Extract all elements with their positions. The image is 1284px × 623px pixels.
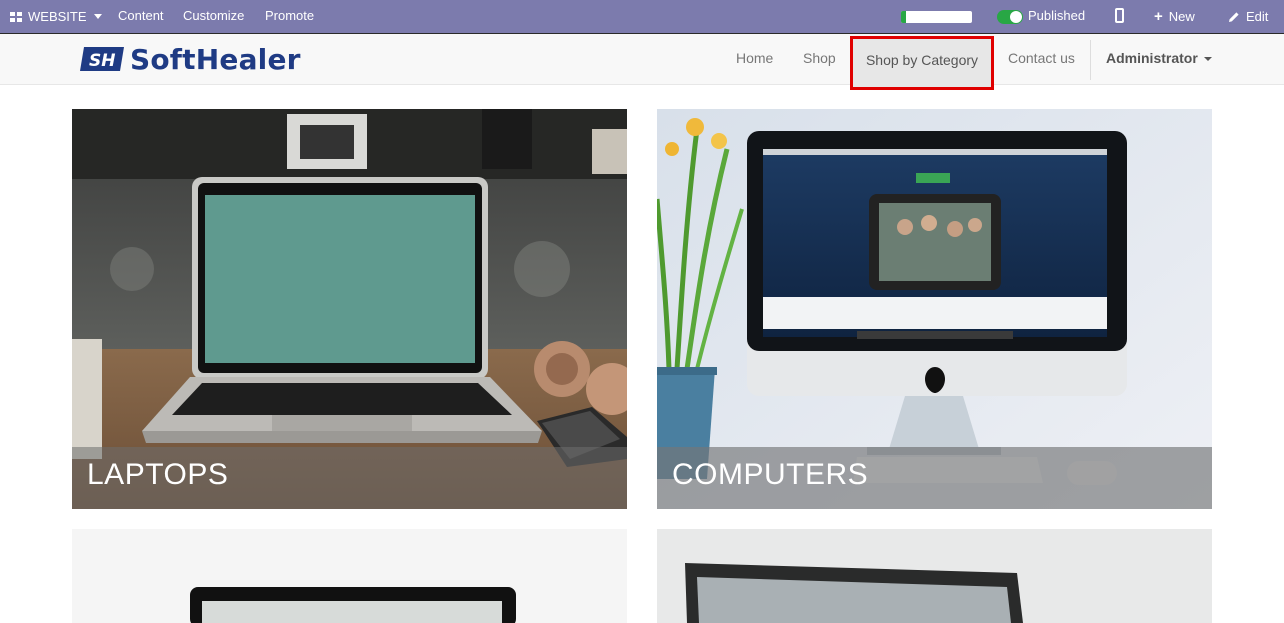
edit-button[interactable]: Edit	[1228, 0, 1268, 33]
apps-grid-icon	[10, 11, 22, 22]
logo-text: SoftHealer	[130, 42, 301, 76]
edit-button-label: Edit	[1246, 8, 1269, 24]
softhealer-logo-icon: SH	[80, 47, 124, 71]
svg-text:SH: SH	[89, 51, 115, 71]
category-card-computers[interactable]: COMPUTERS	[657, 109, 1212, 509]
site-logo[interactable]: SH SoftHealer	[80, 42, 301, 76]
pencil-icon	[1229, 11, 1239, 22]
website-menu[interactable]: WEBSITE	[10, 0, 102, 33]
user-menu-label: Administrator	[1106, 50, 1198, 66]
monitor-image	[72, 529, 627, 623]
customize-menu[interactable]: Customize	[183, 0, 244, 33]
mobile-preview-icon[interactable]	[1115, 8, 1124, 23]
nav-home[interactable]: Home	[736, 34, 773, 85]
admin-toolbar: WEBSITE Content Customize Promote Publis…	[0, 0, 1284, 33]
category-title: LAPTOPS	[72, 447, 627, 509]
website-menu-label: WEBSITE	[28, 8, 87, 24]
promote-menu[interactable]: Promote	[265, 0, 314, 33]
published-label[interactable]: Published	[1028, 0, 1085, 33]
content-menu[interactable]: Content	[118, 0, 164, 33]
caret-down-icon	[1203, 57, 1212, 62]
seo-progress-bar[interactable]	[901, 11, 972, 23]
new-button[interactable]: + New	[1154, 0, 1195, 33]
progress-fill	[901, 11, 906, 23]
laptop-screen-image	[657, 529, 1212, 623]
caret-down-icon	[93, 14, 102, 19]
nav-shop[interactable]: Shop	[803, 34, 836, 85]
user-menu[interactable]: Administrator	[1106, 34, 1212, 85]
category-card-4[interactable]	[657, 529, 1212, 623]
nav-contact-us[interactable]: Contact us	[1008, 34, 1075, 85]
new-button-label: New	[1168, 8, 1195, 24]
category-card-3[interactable]	[72, 529, 627, 623]
plus-icon: +	[1154, 7, 1163, 25]
published-toggle[interactable]	[997, 10, 1023, 24]
category-card-laptops[interactable]: LAPTOPS	[72, 109, 627, 509]
site-navbar: SH SoftHealer Home Shop Shop by Category…	[0, 33, 1284, 90]
nav-shop-by-category[interactable]: Shop by Category	[850, 36, 994, 90]
nav-divider	[1090, 40, 1091, 80]
category-title: COMPUTERS	[657, 447, 1212, 509]
